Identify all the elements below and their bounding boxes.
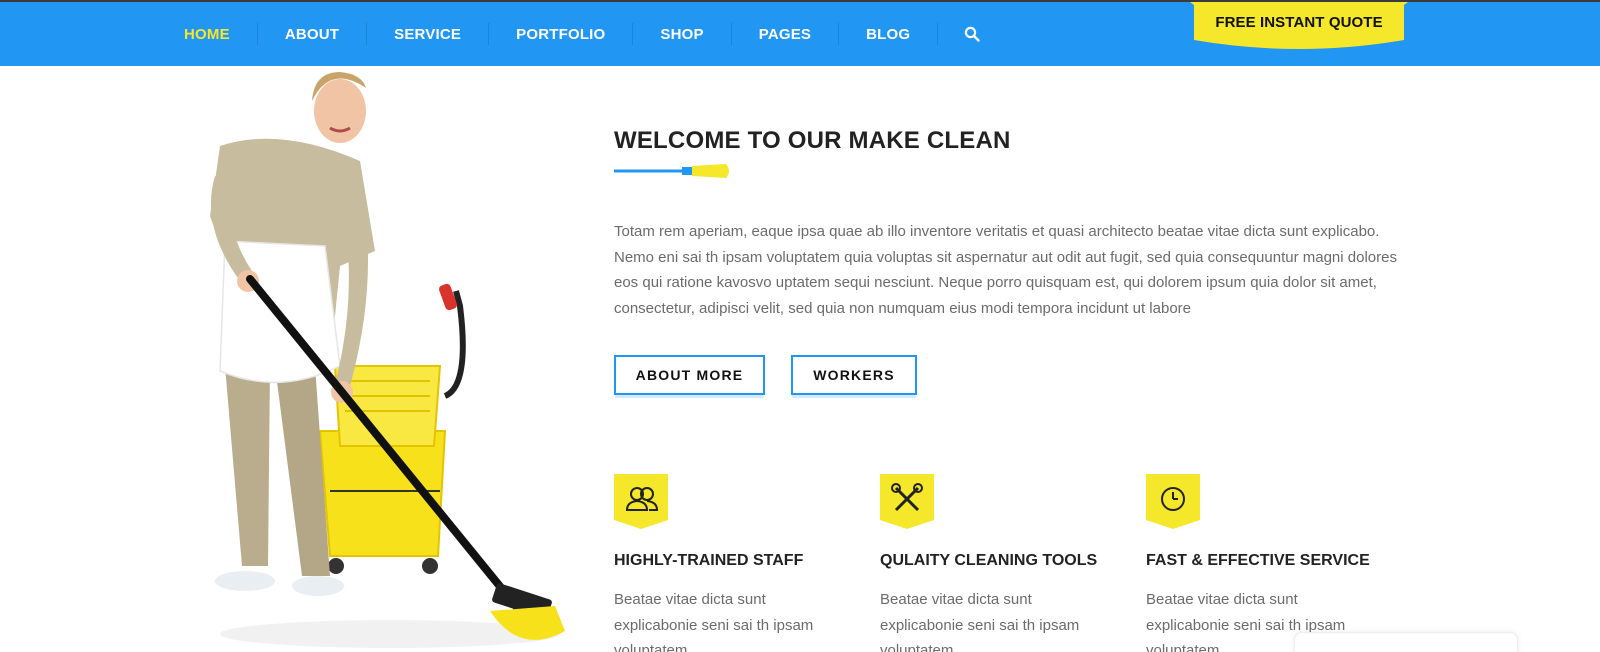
- about-more-button[interactable]: ABOUT MORE: [614, 355, 765, 395]
- search-icon: [965, 26, 980, 42]
- nav-item-about[interactable]: ABOUT: [258, 26, 366, 43]
- feature-text: Beatae vitae dicta sunt explicabonie sen…: [880, 591, 1080, 652]
- nav-item-home[interactable]: HOME: [157, 26, 257, 43]
- search-button[interactable]: [938, 2, 1006, 66]
- nav-item-portfolio[interactable]: PORTFOLIO: [489, 26, 632, 43]
- feature-card-staff: HIGHLY-TRAINED STAFF Beatae vitae dicta …: [614, 474, 854, 652]
- feature-title: HIGHLY-TRAINED STAFF: [614, 552, 804, 569]
- feature-card-service: FAST & EFFECTIVE SERVICE Beatae vitae di…: [1146, 474, 1386, 652]
- feature-text: Beatae vitae dicta sunt explicabonie sen…: [614, 591, 814, 652]
- tools-icon: [880, 474, 934, 529]
- nav-item-blog[interactable]: BLOG: [839, 26, 937, 43]
- feature-title: FAST & EFFECTIVE SERVICE: [1146, 552, 1370, 569]
- staff-icon: [614, 474, 668, 529]
- welcome-title: WELCOME TO OUR MAKE CLEAN: [614, 127, 1011, 154]
- workers-button[interactable]: WORKERS: [791, 355, 917, 395]
- nav-item-pages[interactable]: PAGES: [732, 26, 838, 43]
- free-quote-button[interactable]: FREE INSTANT QUOTE: [1190, 2, 1408, 50]
- nav-item-shop[interactable]: SHOP: [633, 26, 730, 43]
- clock-icon: [1146, 474, 1200, 529]
- welcome-text: Totam rem aperiam, eaque ipsa quae ab il…: [614, 223, 1397, 317]
- feature-title: QULAITY CLEANING TOOLS: [880, 552, 1098, 569]
- cleaning-lady-image: [210, 72, 565, 648]
- floating-widget[interactable]: [1294, 632, 1518, 652]
- feature-card-tools: QULAITY CLEANING TOOLS Beatae vitae dict…: [880, 474, 1120, 652]
- nav-item-service[interactable]: SERVICE: [367, 26, 488, 43]
- broom-underline-icon: [614, 164, 729, 178]
- quote-label: FREE INSTANT QUOTE: [1215, 14, 1383, 31]
- main-nav: HOME ABOUT SERVICE PORTFOLIO SHOP PAGES …: [157, 2, 1006, 66]
